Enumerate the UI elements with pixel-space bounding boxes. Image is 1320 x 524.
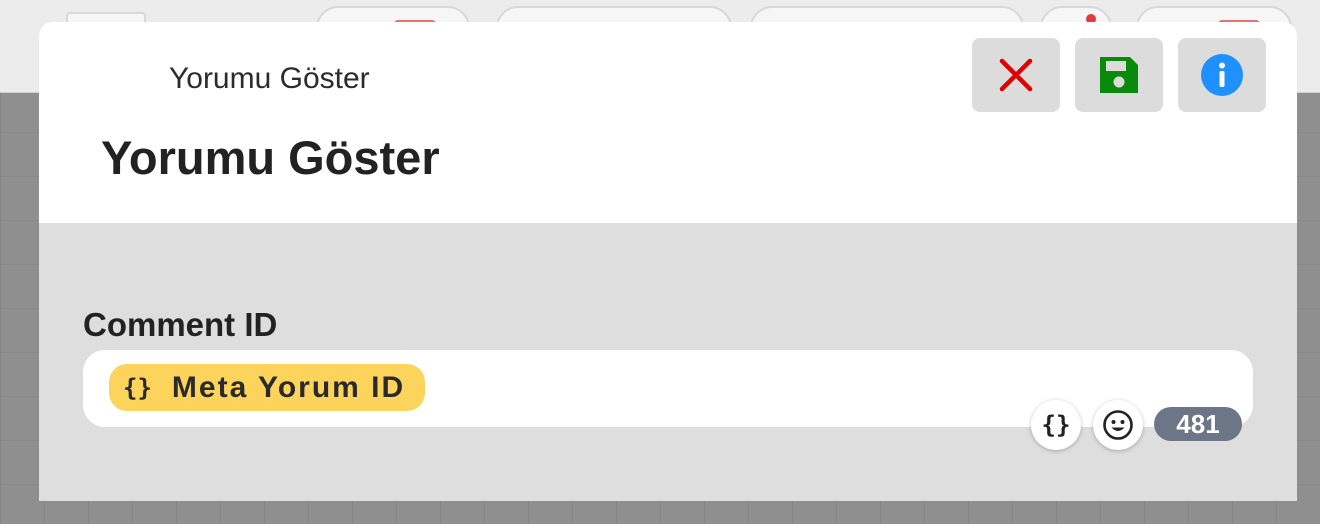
smiley-icon: [1103, 410, 1133, 440]
variable-chip[interactable]: {} Meta Yorum ID: [109, 364, 426, 411]
floppy-disk-icon: [1100, 57, 1138, 93]
page-title: Yorumu Göster: [101, 131, 440, 184]
show-comment-modal: Yorumu Göster Yorumu Göster Comment ID {: [39, 22, 1297, 501]
info-button[interactable]: [1178, 38, 1266, 112]
modal-header: Yorumu Göster Yorumu Göster: [39, 22, 1297, 223]
close-button[interactable]: [972, 38, 1060, 112]
info-icon: [1201, 54, 1243, 96]
comment-id-label: Comment ID: [83, 306, 278, 343]
variable-chip-label: Meta Yorum ID: [171, 370, 406, 404]
braces-icon: {}: [123, 373, 152, 402]
close-icon: [999, 58, 1033, 92]
breadcrumb: Yorumu Göster: [169, 62, 370, 95]
emoji-button[interactable]: [1093, 400, 1143, 450]
braces-icon: {}: [1041, 411, 1071, 439]
save-button[interactable]: [1075, 38, 1163, 112]
character-count-badge: 481: [1154, 407, 1242, 441]
insert-variable-button[interactable]: {}: [1031, 400, 1081, 450]
